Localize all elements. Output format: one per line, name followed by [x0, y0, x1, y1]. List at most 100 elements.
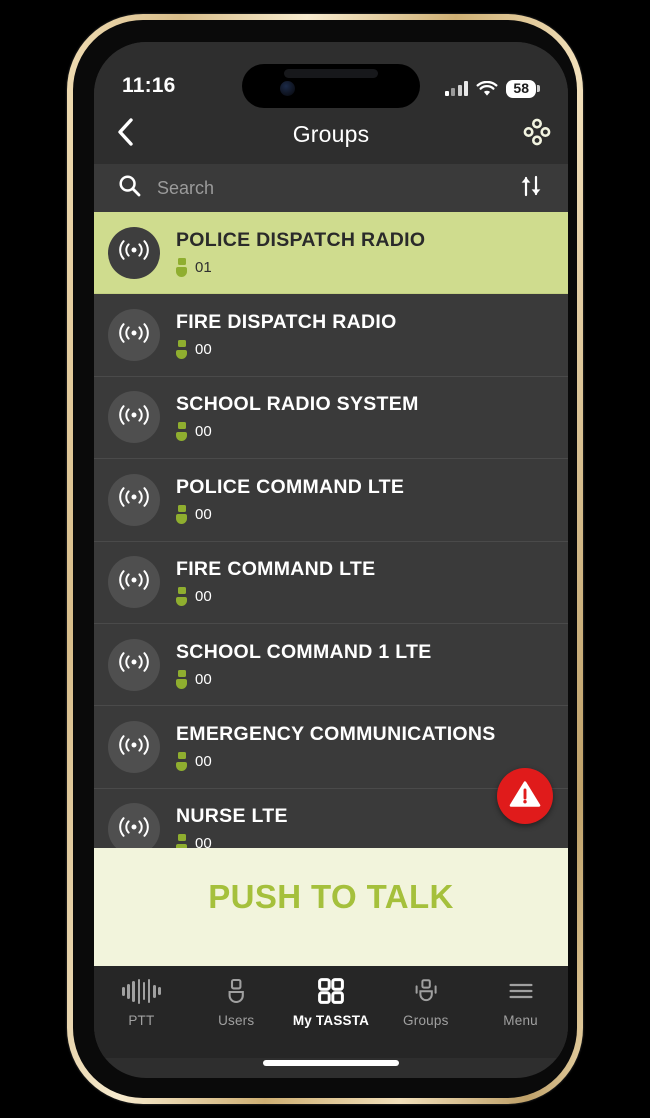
- group-name: FIRE DISPATCH RADIO: [176, 311, 397, 334]
- user-group-icon: [412, 978, 440, 1004]
- group-cluster-icon: [522, 117, 552, 152]
- group-name: POLICE COMMAND LTE: [176, 475, 405, 498]
- four-squares-icon: [318, 978, 344, 1004]
- radio-broadcast-icon: [119, 734, 149, 761]
- cellular-signal-icon: [444, 81, 469, 97]
- group-member-info: 00: [176, 504, 404, 524]
- group-name: SCHOOL RADIO SYSTEM: [176, 393, 419, 416]
- radio-broadcast-icon: [119, 486, 149, 513]
- group-member-info: 01: [176, 257, 425, 277]
- group-avatar: [108, 391, 160, 444]
- battery-indicator: 58: [506, 79, 540, 98]
- member-count: 00: [195, 753, 212, 771]
- search-bar[interactable]: [94, 164, 568, 212]
- tab-label: PTT: [128, 1013, 155, 1028]
- group-list[interactable]: POLICE DISPATCH RADIO 01 FIRE DISPATCH RAD…: [94, 212, 568, 848]
- member-user-icon: [176, 340, 187, 360]
- member-user-icon: [176, 587, 187, 607]
- group-name: POLICE DISPATCH RADIO: [176, 228, 426, 251]
- group-name: FIRE COMMAND LTE: [176, 558, 376, 581]
- sort-button[interactable]: [518, 174, 544, 203]
- tab-ptt[interactable]: PTT: [94, 978, 189, 1028]
- group-avatar: [108, 309, 160, 362]
- status-time: 11:16: [122, 74, 176, 97]
- group-member-info: 00: [176, 340, 397, 360]
- group-name: SCHOOL COMMAND 1 LTE: [176, 640, 432, 663]
- group-row[interactable]: SCHOOL RADIO SYSTEM 00: [94, 376, 568, 460]
- group-member-info: 00: [176, 422, 419, 442]
- sort-ascending-descending-icon: [518, 174, 544, 203]
- nav-header: Groups: [94, 104, 568, 164]
- tab-menu[interactable]: Menu: [473, 978, 568, 1028]
- group-rows: POLICE DISPATCH RADIO 01 FIRE DISPATCH RAD…: [94, 212, 568, 848]
- group-row[interactable]: FIRE COMMAND LTE 00: [94, 541, 568, 624]
- tab-users[interactable]: Users: [189, 978, 284, 1028]
- speaker-slot: [284, 69, 378, 78]
- push-to-talk-label: PUSH TO TALK: [208, 878, 454, 915]
- warning-triangle-icon: [508, 777, 542, 816]
- group-avatar: [108, 638, 160, 691]
- tab-label: Groups: [403, 1013, 449, 1028]
- chevron-left-icon: [115, 117, 135, 152]
- search-icon: [118, 174, 141, 202]
- phone-frame: 11:16 58 Groups Search POLICE DISPATCH R…: [67, 14, 583, 1104]
- member-count: 00: [195, 505, 212, 523]
- tab-label: Users: [218, 1013, 255, 1028]
- radio-broadcast-icon: [119, 404, 149, 431]
- push-to-talk-button[interactable]: PUSH TO TALK: [94, 848, 568, 966]
- phone-screen: 11:16 58 Groups Search POLICE DISPATCH R…: [94, 42, 568, 1078]
- member-count: 00: [195, 423, 212, 441]
- audio-waveform-icon: [121, 978, 161, 1004]
- page-title: Groups: [292, 120, 370, 147]
- group-avatar: [108, 473, 160, 526]
- hamburger-menu-icon: [508, 978, 534, 1004]
- emergency-alert-button[interactable]: [497, 768, 553, 824]
- bottom-tab-bar: PTT Users My TASSTA Groups Menu: [94, 966, 568, 1058]
- group-cluster-button[interactable]: [506, 117, 568, 152]
- radio-broadcast-icon: [119, 651, 149, 678]
- member-count: 00: [195, 341, 212, 359]
- member-user-icon: [176, 422, 187, 442]
- wifi-icon: [476, 80, 498, 97]
- tab-label: Menu: [503, 1013, 538, 1028]
- group-member-info: 00: [176, 587, 375, 607]
- group-avatar: [108, 226, 160, 279]
- member-user-icon: [176, 752, 187, 772]
- group-member-info: 00: [176, 834, 288, 848]
- member-user-icon: [176, 257, 187, 277]
- group-member-info: 00: [176, 669, 432, 689]
- battery-terminal: [537, 85, 540, 93]
- radio-broadcast-icon: [119, 569, 149, 596]
- group-row[interactable]: FIRE DISPATCH RADIO 00: [94, 294, 568, 377]
- group-avatar: [108, 556, 160, 609]
- member-count: 01: [195, 258, 212, 276]
- member-count: 00: [195, 588, 212, 606]
- group-name: NURSE LTE: [176, 805, 288, 828]
- member-user-icon: [176, 834, 187, 848]
- user-icon: [224, 978, 248, 1004]
- home-indicator[interactable]: [263, 1060, 399, 1066]
- back-button[interactable]: [94, 117, 156, 152]
- phone-bezel: 11:16 58 Groups Search POLICE DISPATCH R…: [73, 20, 577, 1098]
- group-row[interactable]: POLICE DISPATCH RADIO 01: [94, 212, 568, 295]
- member-user-icon: [176, 669, 187, 689]
- group-avatar: [108, 721, 160, 774]
- member-user-icon: [176, 504, 187, 524]
- group-member-info: 00: [176, 752, 496, 772]
- radio-broadcast-icon: [119, 239, 149, 266]
- battery-percent-label: 58: [506, 79, 536, 98]
- group-name: EMERGENCY COMMUNICATIONS: [176, 723, 496, 746]
- status-indicators: 58: [444, 79, 540, 98]
- tab-my-tassta[interactable]: My TASSTA: [284, 978, 379, 1028]
- tab-label: My TASSTA: [292, 1013, 370, 1028]
- group-avatar: [108, 803, 160, 848]
- tab-groups[interactable]: Groups: [378, 978, 473, 1028]
- screenshot-root: 11:16 58 Groups Search POLICE DISPATCH R…: [0, 0, 650, 1118]
- group-row[interactable]: POLICE COMMAND LTE 00: [94, 459, 568, 542]
- group-row[interactable]: EMERGENCY COMMUNICATIONS 00: [94, 706, 568, 789]
- front-camera-icon: [280, 81, 295, 96]
- radio-broadcast-icon: [119, 816, 149, 843]
- radio-broadcast-icon: [119, 322, 149, 349]
- group-row[interactable]: SCHOOL COMMAND 1 LTE 00: [94, 623, 568, 707]
- search-input[interactable]: [157, 177, 502, 199]
